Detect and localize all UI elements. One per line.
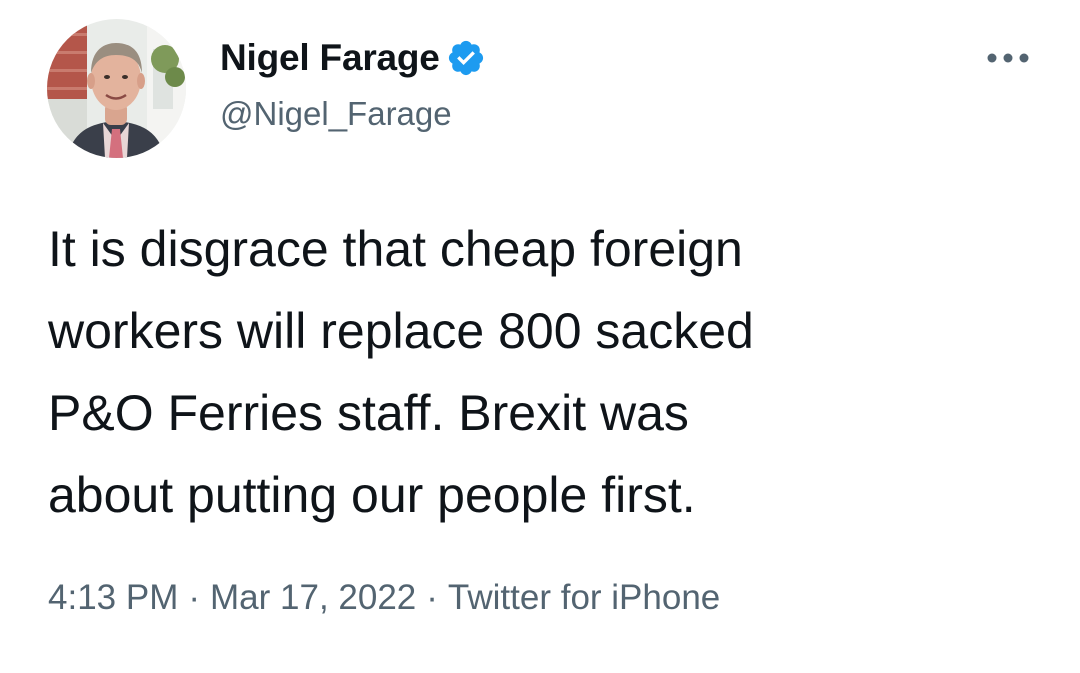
tweet-date[interactable]: Mar 17, 2022	[210, 574, 416, 622]
verified-badge-icon	[446, 38, 486, 78]
avatar-photo	[47, 19, 186, 158]
meta-separator: ·	[426, 578, 438, 617]
avatar[interactable]	[47, 19, 186, 158]
author-name-row[interactable]: Nigel Farage	[220, 35, 486, 81]
author-handle[interactable]: @Nigel_Farage	[220, 92, 452, 136]
tweet-meta: 4:13 PM · Mar 17, 2022 · Twitter for iPh…	[48, 574, 720, 622]
display-name[interactable]: Nigel Farage	[220, 35, 440, 81]
tweet-time[interactable]: 4:13 PM	[48, 574, 178, 622]
meta-separator: ·	[188, 578, 201, 617]
tweet-text: It is disgrace that cheap foreign worker…	[48, 221, 754, 523]
tweet-source[interactable]: Twitter for iPhone	[448, 574, 720, 622]
tweet-card: Nigel Farage @Nigel_Farage It is disgrac…	[0, 0, 1080, 673]
more-options-icon	[987, 53, 1029, 63]
more-options-button[interactable]	[978, 40, 1038, 76]
